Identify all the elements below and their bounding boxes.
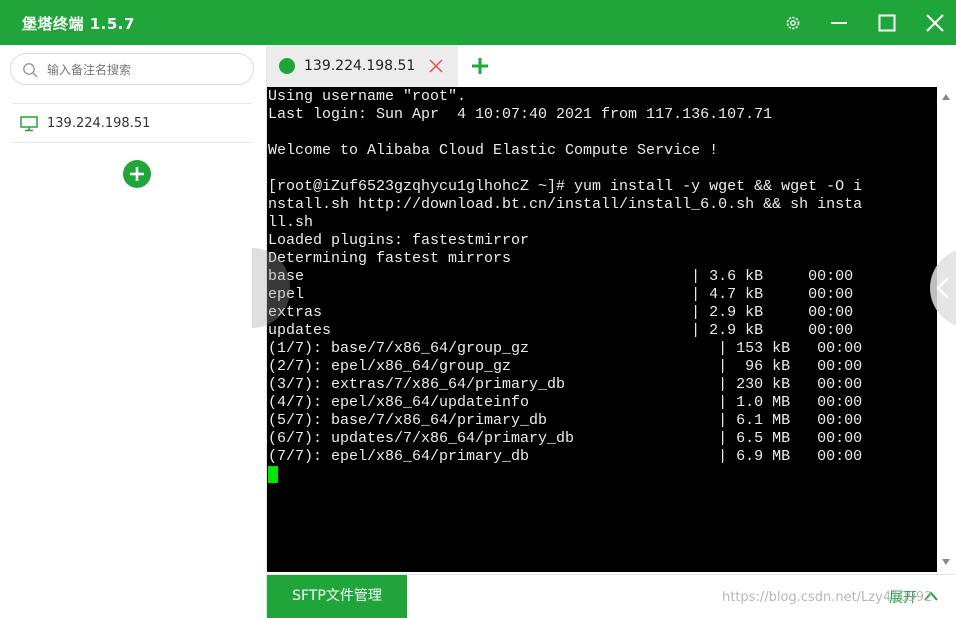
- terminal-line: (1/7): base/7/x86_64/group_gz | 153 kB 0…: [268, 340, 863, 357]
- host-item[interactable]: 139.224.198.51: [12, 106, 252, 142]
- terminal-line: [root@iZuf6523gzqhycu1glhohcZ ~]# yum in…: [268, 178, 863, 195]
- search-input[interactable]: [45, 60, 245, 80]
- terminal-line: (5/7): base/7/x86_64/primary_db | 6.1 MB…: [268, 412, 863, 429]
- app-title: 堡塔终端 1.5.7: [22, 15, 135, 33]
- sidebar: 139.224.198.51: [0, 45, 267, 617]
- gear-icon: [786, 16, 800, 29]
- settings-button[interactable]: [770, 0, 816, 45]
- tab-label: 139.224.198.51: [304, 58, 416, 74]
- watermark: https://blog.csdn.net/Lzy410992: [722, 590, 933, 605]
- sftp-button[interactable]: SFTP文件管理: [267, 575, 407, 618]
- divider: [12, 142, 252, 143]
- terminal-line: Using username "root".: [268, 88, 467, 105]
- terminal-cursor: [268, 466, 278, 483]
- scroll-down-icon[interactable]: [941, 558, 951, 566]
- chevron-left-icon: [936, 277, 949, 299]
- terminal-line: Last login: Sun Apr 4 10:07:40 2021 from…: [268, 106, 773, 123]
- minimize-button[interactable]: [816, 0, 862, 45]
- terminal-line: ll.sh: [268, 214, 314, 231]
- maximize-button[interactable]: [864, 0, 910, 45]
- maximize-icon: [878, 14, 896, 31]
- title-bar: 堡塔终端 1.5.7: [0, 0, 956, 45]
- close-icon: [926, 13, 944, 32]
- terminal-line: nstall.sh http://download.bt.cn/install/…: [268, 196, 863, 213]
- close-button[interactable]: [912, 0, 956, 45]
- terminal[interactable]: Using username "root". Last login: Sun A…: [267, 87, 937, 572]
- minimize-icon: [831, 21, 847, 24]
- terminal-line: base | 3.6 kB 00:00: [268, 268, 854, 285]
- monitor-icon: [20, 116, 38, 132]
- tab-session[interactable]: 139.224.198.51: [267, 45, 458, 87]
- terminal-line: Determining fastest mirrors: [268, 250, 512, 267]
- add-tab-icon[interactable]: [471, 57, 489, 75]
- plus-icon: [130, 167, 144, 181]
- scroll-up-icon[interactable]: [941, 93, 951, 101]
- tab-close-icon[interactable]: [429, 59, 443, 73]
- terminal-line: (4/7): epel/x86_64/updateinfo | 1.0 MB 0…: [268, 394, 863, 411]
- terminal-line: updates | 2.9 kB 00:00: [268, 322, 854, 339]
- connection-status-icon: [279, 58, 295, 74]
- terminal-line: epel | 4.7 kB 00:00: [268, 286, 854, 303]
- terminal-line: Loaded plugins: fastestmirror: [268, 232, 530, 249]
- tab-bar: 139.224.198.51: [267, 45, 956, 87]
- terminal-line: (7/7): epel/x86_64/primary_db | 6.9 MB 0…: [268, 448, 863, 465]
- add-host-button[interactable]: [123, 160, 151, 188]
- terminal-line: (2/7): epel/x86_64/group_gz | 96 kB 00:0…: [268, 358, 863, 375]
- search-box: [10, 53, 254, 85]
- terminal-scrollbar[interactable]: [937, 87, 956, 572]
- terminal-line: (3/7): extras/7/x86_64/primary_db | 230 …: [268, 376, 863, 393]
- divider: [12, 103, 252, 104]
- terminal-line: Welcome to Alibaba Cloud Elastic Compute…: [268, 142, 719, 159]
- search-icon: [23, 63, 38, 78]
- terminal-line: extras | 2.9 kB 00:00: [268, 304, 854, 321]
- terminal-line: (6/7): updates/7/x86_64/primary_db | 6.5…: [268, 430, 863, 447]
- host-label: 139.224.198.51: [47, 116, 151, 131]
- terminal-output: Using username "root". Last login: Sun A…: [267, 87, 937, 466]
